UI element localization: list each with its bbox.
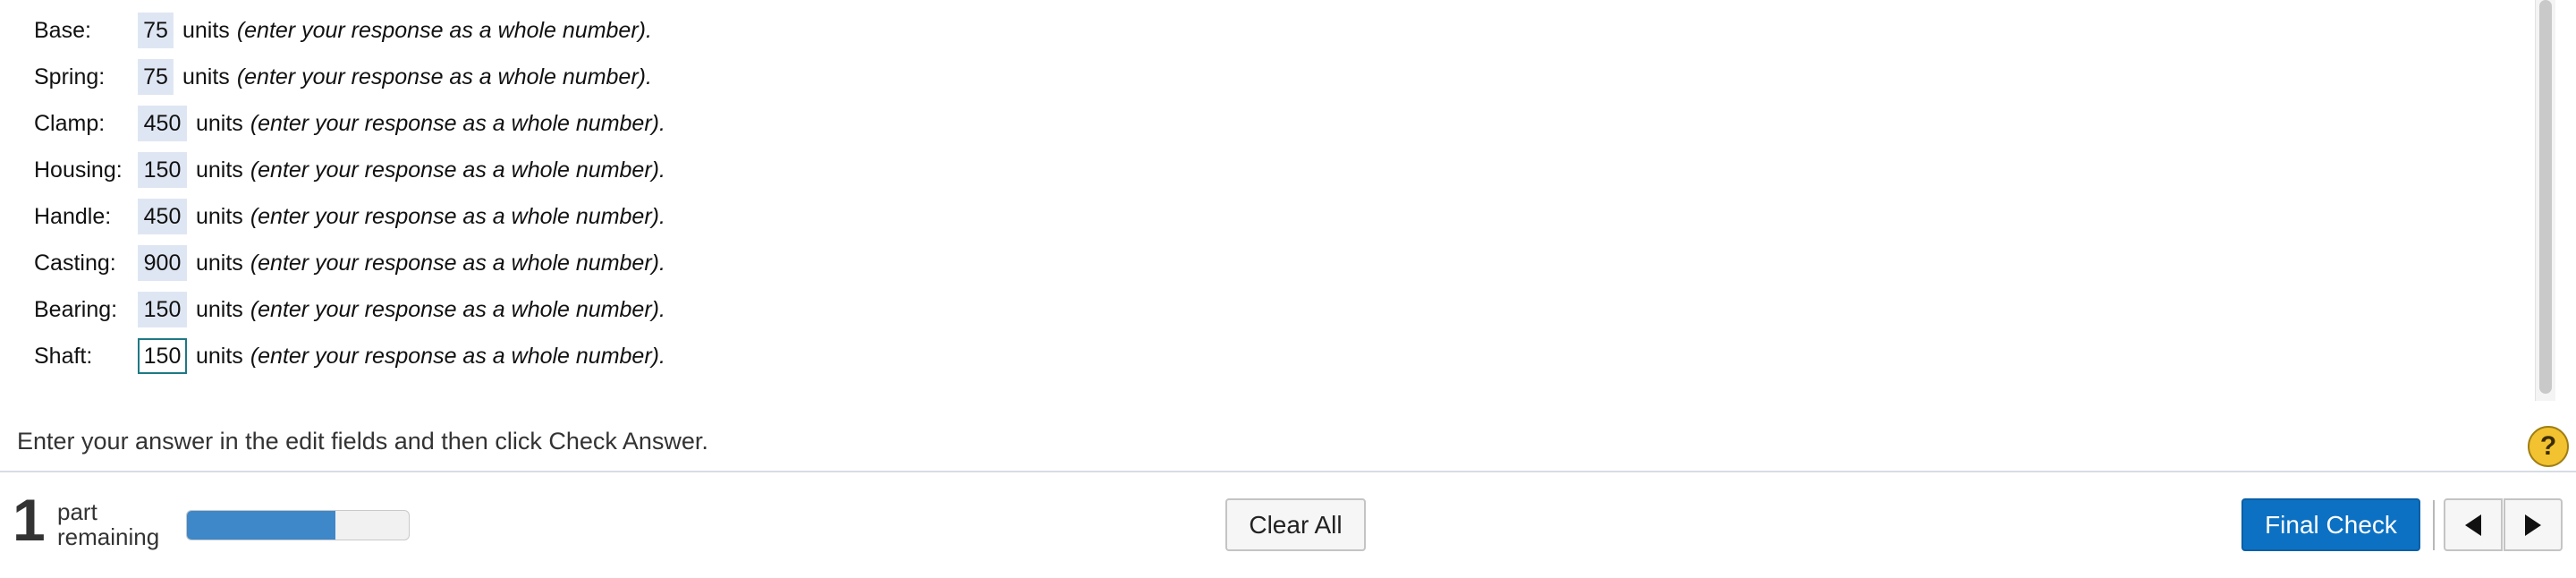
- answer-field-spring[interactable]: 75: [138, 59, 174, 95]
- row-label: Housing:: [34, 157, 123, 183]
- instruction-text: Enter your answer in the edit fields and…: [17, 428, 708, 455]
- row-shaft: Shaft: 150 units (enter your response as…: [34, 333, 665, 379]
- scroll-thumb[interactable]: [2539, 0, 2552, 394]
- row-label: Handle:: [34, 203, 112, 229]
- hint-text: (enter your response as a whole number).: [250, 343, 665, 369]
- previous-button[interactable]: [2444, 498, 2503, 551]
- progress-fill: [187, 511, 336, 540]
- answer-field-housing[interactable]: 150: [138, 152, 187, 188]
- answer-field-base[interactable]: 75: [138, 13, 174, 48]
- next-button[interactable]: [2504, 498, 2563, 551]
- triangle-right-icon: [2525, 514, 2541, 536]
- hint-text: (enter your response as a whole number).: [250, 250, 665, 276]
- row-handle: Handle: 450 units (enter your response a…: [34, 193, 665, 240]
- row-label: Bearing:: [34, 296, 118, 322]
- final-check-button[interactable]: Final Check: [2241, 498, 2420, 551]
- row-bearing: Bearing: 150 units (enter your response …: [34, 286, 665, 333]
- units-label: units: [196, 110, 243, 136]
- question-area: Base: 75 units (enter your response as a…: [0, 0, 2535, 401]
- row-spring: Spring: 75 units (enter your response as…: [34, 54, 665, 100]
- hint-text: (enter your response as a whole number).: [236, 17, 652, 43]
- row-housing: Housing: 150 units (enter your response …: [34, 147, 665, 193]
- units-label: units: [196, 296, 243, 322]
- triangle-left-icon: [2465, 514, 2481, 536]
- progress-bar: [186, 510, 410, 540]
- row-label: Base:: [34, 17, 91, 43]
- answer-field-handle[interactable]: 450: [138, 199, 187, 234]
- vertical-scrollbar[interactable]: [2535, 0, 2555, 401]
- row-label: Spring:: [34, 64, 106, 89]
- clear-all-button[interactable]: Clear All: [1225, 498, 1366, 551]
- hint-text: (enter your response as a whole number).: [236, 64, 652, 89]
- answer-field-shaft[interactable]: 150: [138, 338, 187, 374]
- question-mark-icon[interactable]: ?: [2528, 426, 2569, 467]
- footer-divider: [0, 471, 2576, 472]
- parts-label-line1: part: [57, 498, 97, 525]
- row-label: Casting:: [34, 250, 116, 276]
- nav-separator: [2433, 500, 2435, 550]
- row-clamp: Clamp: 450 units (enter your response as…: [34, 100, 665, 147]
- row-label: Shaft:: [34, 343, 93, 369]
- answer-field-clamp[interactable]: 450: [138, 106, 187, 141]
- parts-remaining-count: 1: [13, 487, 46, 553]
- units-label: units: [182, 64, 230, 89]
- hint-text: (enter your response as a whole number).: [250, 110, 665, 136]
- units-label: units: [196, 203, 243, 229]
- row-label: Clamp:: [34, 110, 106, 136]
- parts-remaining-label: part remaining: [57, 499, 159, 549]
- units-label: units: [196, 157, 243, 183]
- hint-text: (enter your response as a whole number).: [250, 203, 665, 229]
- units-label: units: [196, 250, 243, 276]
- row-casting: Casting: 900 units (enter your response …: [34, 240, 665, 286]
- row-base: Base: 75 units (enter your response as a…: [34, 7, 665, 54]
- units-label: units: [196, 343, 243, 369]
- hint-text: (enter your response as a whole number).: [250, 157, 665, 183]
- help-glyph: ?: [2539, 431, 2557, 461]
- hint-text: (enter your response as a whole number).: [250, 296, 665, 322]
- answer-field-bearing[interactable]: 150: [138, 292, 187, 327]
- units-label: units: [182, 17, 230, 43]
- parts-label-line2: remaining: [57, 523, 160, 550]
- answer-field-casting[interactable]: 900: [138, 245, 187, 281]
- answer-rows: Base: 75 units (enter your response as a…: [34, 7, 665, 379]
